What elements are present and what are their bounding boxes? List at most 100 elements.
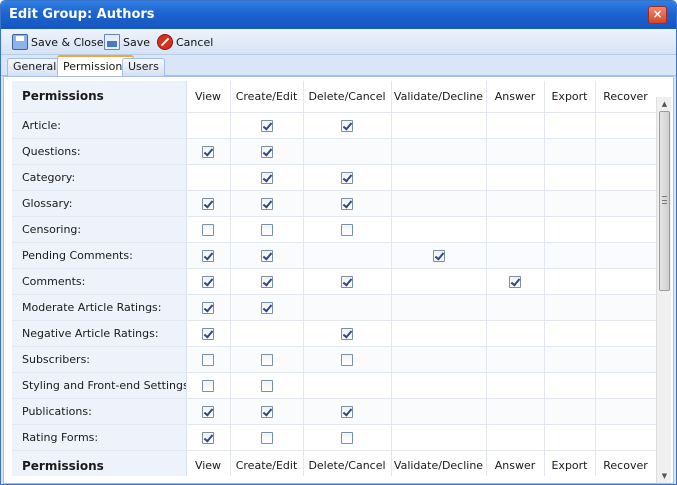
checkbox-view[interactable] (202, 379, 214, 392)
checkbox-delete-cancel[interactable] (341, 119, 353, 132)
checkbox-view[interactable] (202, 197, 214, 210)
cell-recover (595, 294, 656, 321)
table-row: Publications: (12, 398, 656, 425)
checkbox-create-edit[interactable] (260, 275, 273, 288)
cell-create-edit (230, 190, 304, 217)
cell-view (186, 268, 231, 295)
checkbox-create-edit[interactable] (260, 145, 273, 158)
cell-view (186, 320, 231, 347)
cell-answer (486, 164, 545, 191)
cell-answer (486, 216, 545, 243)
cell-recover (595, 320, 656, 347)
cell-validate-decline (391, 112, 487, 139)
checkbox-create-edit[interactable] (260, 197, 273, 210)
column-header-validate-decline-header: Validate/Decline (391, 81, 487, 113)
checkbox-view[interactable] (202, 223, 214, 236)
table-row: Category: (12, 164, 656, 191)
column-header-delete-cancel-header: Delete/Cancel (303, 81, 392, 113)
cell-validate-decline (391, 138, 487, 165)
permission-label: Subscribers: (12, 346, 187, 373)
cell-create-edit (230, 424, 304, 451)
column-footer-view-header: View (186, 450, 231, 476)
table-row: Glossary: (12, 190, 656, 217)
table-row: Styling and Front-end Settings: (12, 372, 656, 399)
column-footer-row: Permissions View Create/Edit Delete/Cancel V… (12, 450, 656, 476)
cell-validate-decline (391, 294, 487, 321)
checkbox-create-edit[interactable] (260, 379, 273, 392)
cell-recover (595, 190, 656, 217)
checkbox-delete-cancel[interactable] (341, 275, 353, 288)
column-footer-permissions-header: Permissions (12, 450, 187, 476)
cell-recover (595, 242, 656, 269)
permission-label: Publications: (12, 398, 187, 425)
checkbox-view[interactable] (202, 431, 214, 444)
cell-delete-cancel (303, 372, 392, 399)
edit-group-window: Edit Group: Authors × Save & Close Save … (0, 0, 677, 485)
checkbox-delete-cancel[interactable] (341, 197, 353, 210)
cell-validate-decline (391, 346, 487, 373)
cell-delete-cancel (303, 320, 392, 347)
checkbox-create-edit[interactable] (260, 301, 273, 314)
save-label: Save (123, 35, 151, 49)
checkbox-create-edit[interactable] (260, 249, 273, 262)
cell-delete-cancel (303, 398, 392, 425)
tab-users[interactable]: Users (122, 58, 165, 76)
cell-create-edit (230, 346, 304, 373)
cell-validate-decline (391, 398, 487, 425)
cell-validate-decline (391, 372, 487, 399)
cell-export (544, 190, 596, 217)
checkbox-create-edit[interactable] (260, 405, 273, 418)
permission-label: Article: (12, 112, 187, 139)
permissions-grid: Permissions View Create/Edit Delete/Cancel V… (12, 81, 656, 476)
checkbox-delete-cancel[interactable] (341, 353, 353, 366)
scroll-thumb[interactable] (659, 111, 670, 291)
checkbox-create-edit[interactable] (260, 223, 273, 236)
checkbox-delete-cancel[interactable] (341, 405, 353, 418)
grip-icon (662, 196, 667, 204)
cell-create-edit (230, 294, 304, 321)
checkbox-view[interactable] (202, 301, 214, 314)
scroll-down-arrow-icon[interactable]: ▼ (657, 469, 672, 483)
cell-delete-cancel (303, 138, 392, 165)
cell-view (186, 112, 231, 139)
cell-view (186, 424, 231, 451)
cell-delete-cancel (303, 268, 392, 295)
checkbox-delete-cancel[interactable] (341, 223, 353, 236)
cell-create-edit (230, 112, 304, 139)
permission-label: Censoring: (12, 216, 187, 243)
checkbox-delete-cancel[interactable] (341, 431, 353, 444)
cell-answer (486, 138, 545, 165)
checkbox-view[interactable] (202, 353, 214, 366)
cell-export (544, 346, 596, 373)
checkbox-create-edit[interactable] (260, 353, 273, 366)
checkbox-view[interactable] (202, 145, 214, 158)
column-footer-delete-cancel-header: Delete/Cancel (303, 450, 392, 476)
tab-general[interactable]: General (7, 58, 63, 76)
cell-create-edit (230, 138, 304, 165)
cell-delete-cancel (303, 346, 392, 373)
checkbox-validate-decline[interactable] (432, 249, 445, 262)
checkbox-create-edit[interactable] (260, 171, 273, 184)
checkbox-create-edit[interactable] (260, 431, 273, 444)
column-header-export-header: Export (544, 81, 596, 113)
checkbox-view[interactable] (202, 275, 214, 288)
cancel-button[interactable]: Cancel (157, 33, 213, 51)
checkbox-create-edit[interactable] (260, 119, 273, 132)
checkbox-answer[interactable] (509, 275, 521, 288)
close-icon[interactable]: × (648, 6, 667, 24)
save-button[interactable]: Save (104, 33, 150, 51)
cell-recover (595, 372, 656, 399)
checkbox-view[interactable] (202, 327, 214, 340)
scroll-up-arrow-icon[interactable]: ▲ (657, 97, 672, 111)
title-bar[interactable]: Edit Group: Authors × (1, 1, 676, 29)
vertical-scrollbar[interactable]: ▲ ▼ (656, 97, 671, 483)
column-footer-validate-decline-header: Validate/Decline (391, 450, 487, 476)
permission-label: Styling and Front-end Settings: (12, 372, 187, 399)
cell-export (544, 294, 596, 321)
checkbox-view[interactable] (202, 405, 214, 418)
save-close-button[interactable]: Save & Close (12, 33, 104, 51)
checkbox-delete-cancel[interactable] (341, 171, 353, 184)
checkbox-delete-cancel[interactable] (341, 327, 353, 340)
checkbox-view[interactable] (202, 249, 214, 262)
column-footer-recover-header: Recover (595, 450, 656, 476)
